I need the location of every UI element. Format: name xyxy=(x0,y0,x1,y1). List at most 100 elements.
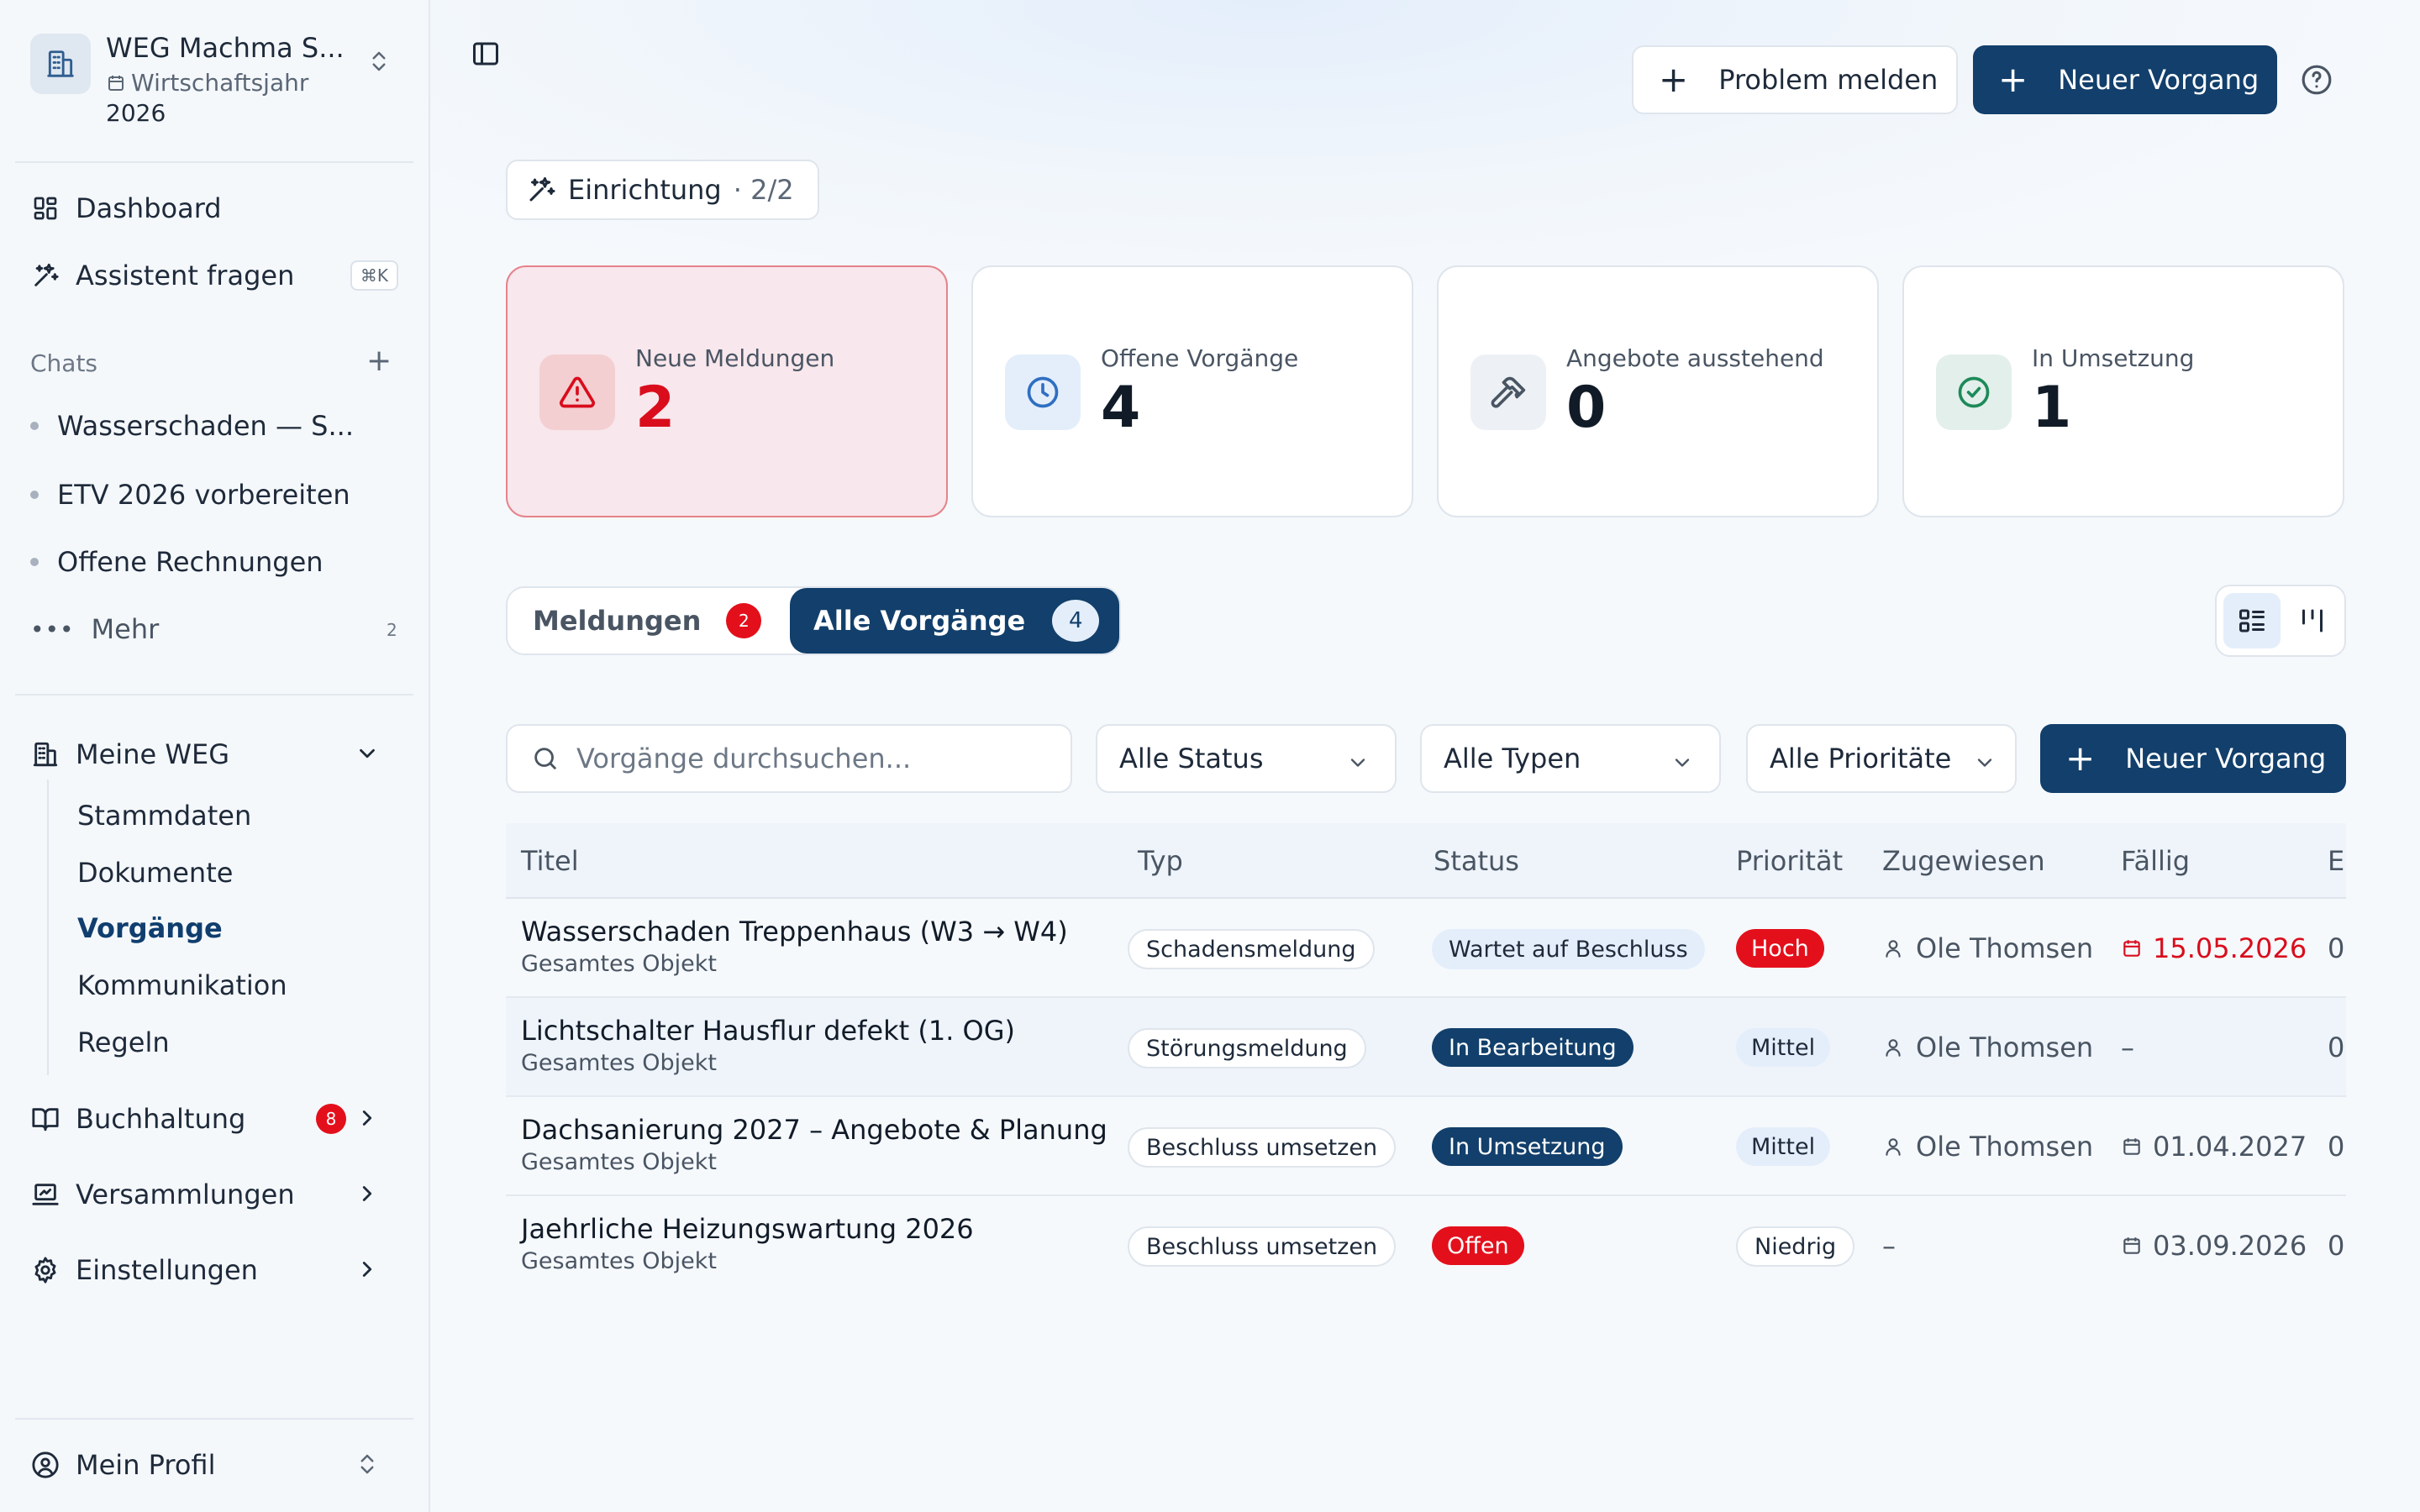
chat-item[interactable]: ETV 2026 vorbereiten xyxy=(30,479,350,511)
calendar-icon xyxy=(2123,940,2140,957)
sidebar-item-dokumente[interactable]: Dokumente xyxy=(77,857,233,889)
nav-buchhaltung-label: Buchhaltung xyxy=(76,1103,246,1135)
setup-chip[interactable]: Einrichtung · 2/2 xyxy=(506,160,819,220)
priority-badge: Niedrig xyxy=(1736,1226,1855,1267)
stat-card-in-progress[interactable]: In Umsetzung 1 xyxy=(1902,265,2344,517)
setup-progress[interactable]: Einrichtung · 2/2 xyxy=(506,160,1240,220)
column-header-priority[interactable]: Priorität xyxy=(1736,845,1843,877)
workspace-name: WEG Machma S... xyxy=(106,32,345,64)
search-box[interactable] xyxy=(506,724,1072,793)
building-icon xyxy=(30,739,60,769)
profile-menu[interactable]: Mein Profil xyxy=(15,1438,413,1492)
priority-filter-select[interactable]: Alle Prioritäte xyxy=(1746,724,2017,793)
stat-label: Angebote ausstehend xyxy=(1566,344,1824,372)
table-row[interactable]: Dachsanierung 2027 – Angebote & Planung … xyxy=(506,1097,2346,1196)
case-title: Wasserschaden Treppenhaus (W3 → W4) xyxy=(521,916,1068,948)
workspace-switcher[interactable]: WEG Machma S... Wirtschaftsjahr 2026 xyxy=(30,32,400,133)
priority-badge: Mittel xyxy=(1736,1028,1831,1067)
tab-reports[interactable]: Meldungen 2 xyxy=(533,588,762,654)
divider xyxy=(15,1418,413,1420)
bullet-icon xyxy=(30,491,39,499)
report-problem-button[interactable]: + Problem melden xyxy=(1632,45,1958,114)
check-circle-icon xyxy=(1936,354,2012,430)
more-chats-label: Mehr xyxy=(91,613,160,645)
view-toggle xyxy=(2215,585,2346,657)
assignee: – xyxy=(1882,1230,1896,1262)
due-date-value: 03.09.2026 xyxy=(2153,1230,2307,1262)
sidebar-toggle-icon[interactable] xyxy=(471,39,501,72)
sidebar-item-regeln[interactable]: Regeln xyxy=(77,1026,170,1058)
table-row[interactable]: Wasserschaden Treppenhaus (W3 → W4) Gesa… xyxy=(506,899,2346,998)
type-filter-value: Alle Typen xyxy=(1444,743,1581,774)
plus-icon: + xyxy=(2065,738,2096,779)
due-date: 15.05.2026 xyxy=(2121,932,2307,964)
new-case-header-button[interactable]: + Neuer Vorgang xyxy=(1973,45,2277,114)
column-header-status[interactable]: Status xyxy=(1434,845,1519,877)
nav-meine-weg-label: Meine WEG xyxy=(76,738,229,770)
assignee-name: Ole Thomsen xyxy=(1916,932,2094,964)
sidebar-item-stammdaten[interactable]: Stammdaten xyxy=(77,800,251,832)
column-header-extra[interactable]: E xyxy=(2328,845,2344,877)
stat-label: Neue Meldungen xyxy=(635,344,835,372)
column-header-assignee[interactable]: Zugewiesen xyxy=(1882,845,2045,877)
due-date: 03.09.2026 xyxy=(2121,1230,2307,1262)
calendar-icon xyxy=(2123,1237,2140,1254)
column-header-type[interactable]: Typ xyxy=(1138,845,1183,877)
gear-icon xyxy=(30,1255,60,1285)
due-date: – xyxy=(2121,1032,2134,1063)
alert-triangle-icon xyxy=(539,354,615,430)
nav-assistant[interactable]: Assistent fragen ⌘K xyxy=(15,249,413,302)
stat-label: Offene Vorgänge xyxy=(1101,344,1299,372)
nav-meine-weg[interactable]: Meine WEG xyxy=(15,727,413,781)
profile-label: Mein Profil xyxy=(76,1449,216,1481)
search-input[interactable] xyxy=(576,743,1030,774)
new-chat-button[interactable]: + xyxy=(366,346,392,376)
stat-card-new-reports[interactable]: Neue Meldungen 2 xyxy=(506,265,948,517)
column-header-title[interactable]: Titel xyxy=(521,845,579,877)
table-row[interactable]: Jaehrliche Heizungswartung 2026 Gesamtes… xyxy=(506,1196,2346,1295)
new-case-header-label: Neuer Vorgang xyxy=(2058,64,2260,96)
presentation-icon xyxy=(30,1179,60,1210)
nav-einstellungen[interactable]: Einstellungen xyxy=(15,1243,413,1297)
due-date-value: 01.04.2027 xyxy=(2153,1131,2307,1163)
sparkles-icon xyxy=(30,260,60,291)
list-view-icon[interactable] xyxy=(2223,593,2281,648)
chat-item[interactable]: Offene Rechnungen xyxy=(30,546,324,578)
notification-badge: 8 xyxy=(316,1104,346,1134)
stat-value: 0 xyxy=(1566,375,1607,441)
more-chats-button[interactable]: ••• Mehr xyxy=(30,613,159,645)
due-date-value: 15.05.2026 xyxy=(2153,932,2307,964)
extra-value: 0 xyxy=(2328,1131,2345,1163)
report-problem-label: Problem melden xyxy=(1718,64,1939,96)
stat-card-pending-offers[interactable]: Angebote ausstehend 0 xyxy=(1437,265,1879,517)
type-badge: Schadensmeldung xyxy=(1128,929,1375,969)
kanban-view-icon[interactable] xyxy=(2284,593,2341,648)
setup-label: Einrichtung xyxy=(568,174,722,206)
nav-dashboard[interactable]: Dashboard xyxy=(15,181,413,235)
stat-card-open-cases[interactable]: Offene Vorgänge 4 xyxy=(971,265,1413,517)
sparkles-icon xyxy=(529,177,555,202)
table-row[interactable]: Lichtschalter Hausflur defekt (1. OG) Ge… xyxy=(506,998,2346,1097)
priority-badge: Hoch xyxy=(1736,929,1824,968)
submenu-line xyxy=(47,780,49,1075)
nav-buchhaltung[interactable]: Buchhaltung 8 xyxy=(15,1092,413,1146)
main-content: + Problem melden + Neuer Vorgang Einrich… xyxy=(430,0,2420,1512)
sidebar-item-vorgaenge[interactable]: Vorgänge xyxy=(77,912,223,944)
tab-all-cases[interactable]: Alle Vorgänge 4 xyxy=(790,588,1119,654)
new-case-button[interactable]: + Neuer Vorgang xyxy=(2040,724,2346,793)
nav-versammlungen[interactable]: Versammlungen xyxy=(15,1168,413,1221)
case-tabs: Meldungen 2 Alle Vorgänge 4 xyxy=(506,586,1121,655)
assignee: Ole Thomsen xyxy=(1882,1032,2093,1063)
type-filter-select[interactable]: Alle Typen xyxy=(1420,724,1721,793)
column-header-due[interactable]: Fällig xyxy=(2121,845,2190,877)
status-filter-select[interactable]: Alle Status xyxy=(1096,724,1397,793)
chevrons-up-down-icon xyxy=(366,47,392,79)
book-open-icon xyxy=(30,1104,60,1134)
status-badge: Offen xyxy=(1432,1226,1524,1265)
status-badge: In Bearbeitung xyxy=(1432,1028,1634,1067)
chat-item[interactable]: Wasserschaden — S... xyxy=(30,410,354,442)
sidebar-item-kommunikation[interactable]: Kommunikation xyxy=(77,969,287,1001)
help-circle-icon[interactable] xyxy=(2301,64,2333,99)
stat-value: 2 xyxy=(635,375,676,441)
due-date-value: – xyxy=(2121,1032,2134,1063)
